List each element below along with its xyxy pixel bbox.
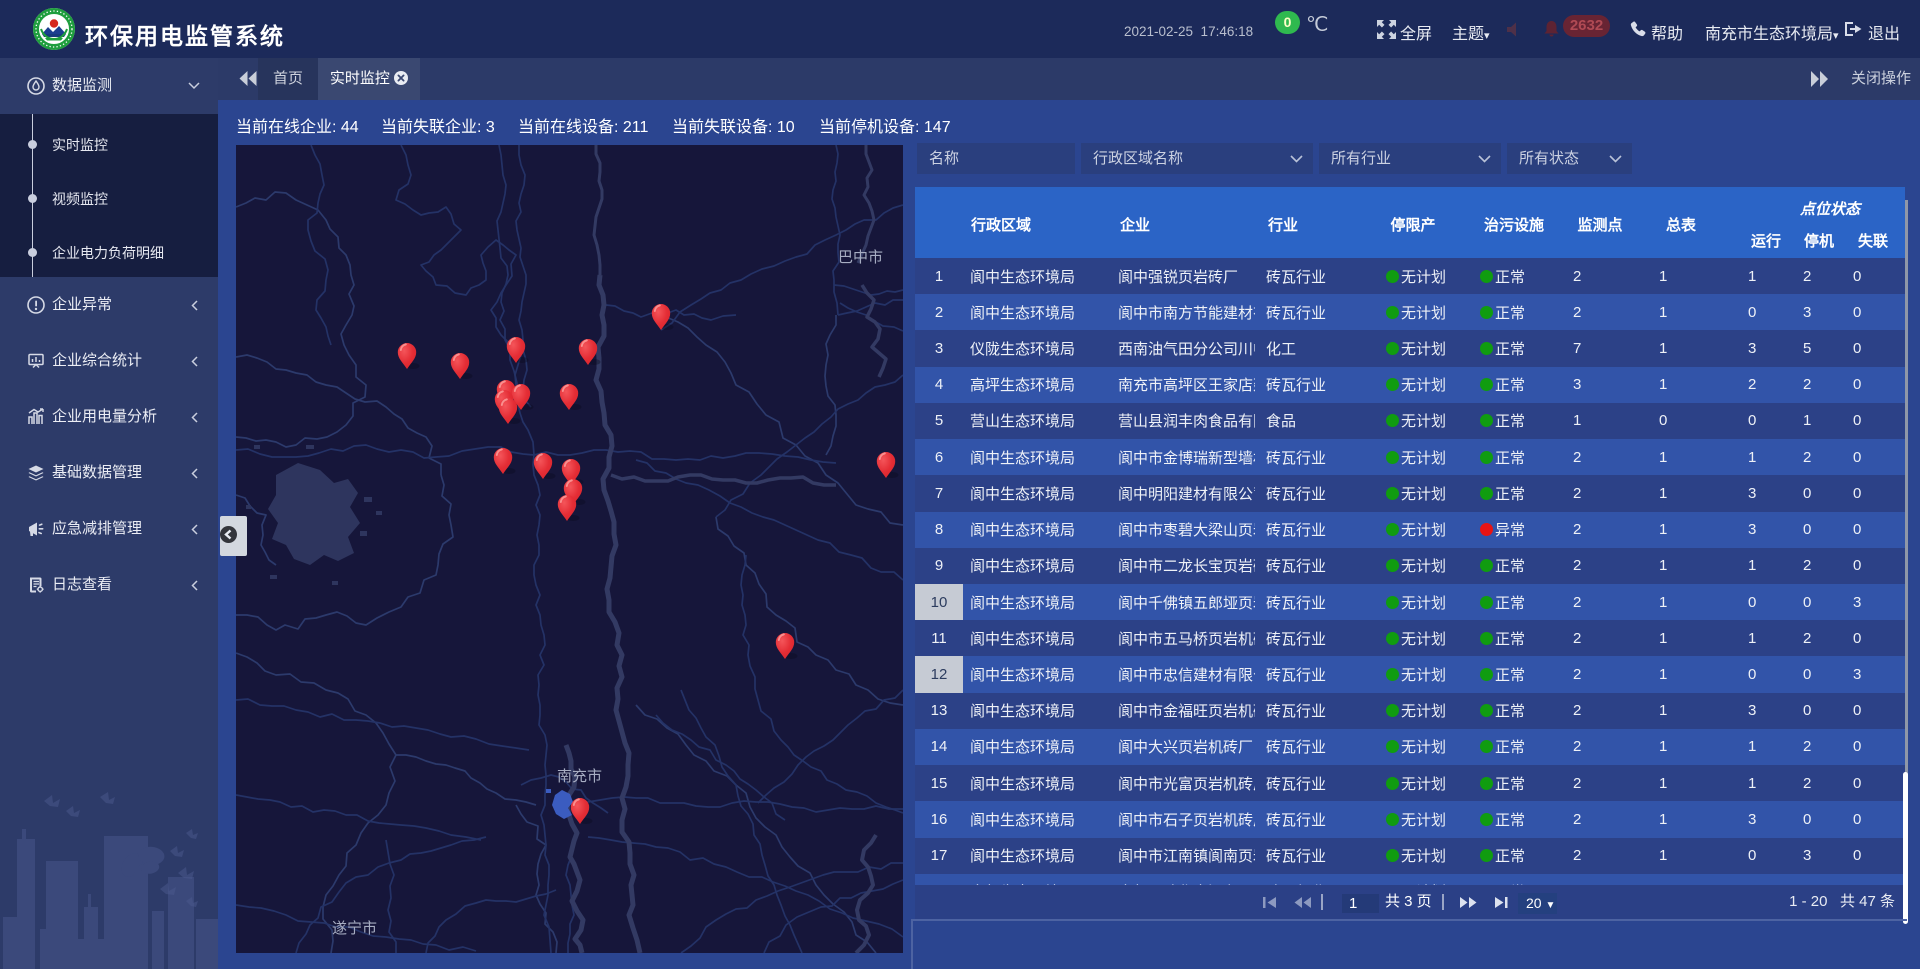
svg-text:遂宁市: 遂宁市 (332, 920, 377, 937)
svg-text:南充市: 南充市 (557, 768, 602, 785)
svg-text:巴中市: 巴中市 (838, 249, 883, 266)
